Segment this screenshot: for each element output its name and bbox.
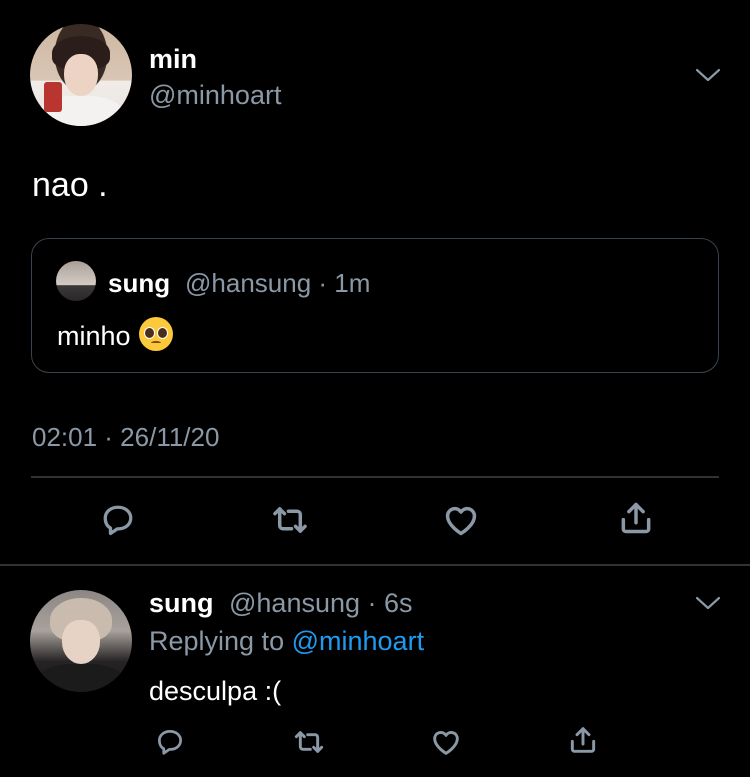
retweet-icon <box>294 731 324 753</box>
chevron-down-icon[interactable] <box>695 67 721 83</box>
quoted-tweet[interactable]: sung @hansung · 1m minho <box>31 238 719 373</box>
reply-avatar[interactable] <box>30 590 132 692</box>
reply-button[interactable] <box>98 500 138 540</box>
retweet-button[interactable] <box>270 500 310 540</box>
share-icon <box>570 727 596 753</box>
avatar[interactable] <box>30 24 132 126</box>
reply-icon <box>158 730 182 755</box>
main-tweet: min @minhoart nao . sung @hansung · 1m m… <box>0 0 750 564</box>
share-button[interactable] <box>616 498 656 538</box>
replying-to-label: Replying to <box>149 626 285 656</box>
tweet-timestamp[interactable]: 02:01 · 26/11/20 <box>32 422 219 453</box>
quoted-avatar <box>56 261 96 301</box>
quoted-author-name: sung <box>108 268 171 298</box>
reply-text: desculpa :( <box>149 676 282 706</box>
tweet-thread: min @minhoart nao . sung @hansung · 1m m… <box>0 0 750 777</box>
quoted-text: minho <box>57 321 131 351</box>
heart-icon <box>445 506 477 536</box>
divider <box>31 476 719 478</box>
retweet-button[interactable] <box>292 725 326 759</box>
replying-to: Replying to @minhoart <box>149 626 424 657</box>
replying-to-mention[interactable]: @minhoart <box>292 626 424 656</box>
reply-handle-time[interactable]: @hansung · 6s <box>229 588 413 619</box>
like-button[interactable] <box>429 725 463 759</box>
author-name[interactable]: min <box>149 44 197 75</box>
share-icon <box>621 502 651 534</box>
reply-button[interactable] <box>153 725 187 759</box>
quoted-text-row: minho <box>57 317 173 352</box>
quoted-handle-time: @hansung · 1m <box>185 268 371 298</box>
chevron-down-icon[interactable] <box>695 595 721 611</box>
retweet-icon <box>273 507 307 533</box>
reply-author-name[interactable]: sung <box>149 588 214 619</box>
heart-icon <box>433 731 459 755</box>
thread-divider <box>0 564 750 566</box>
share-button[interactable] <box>566 723 600 757</box>
like-button[interactable] <box>441 500 481 540</box>
pleading-face-emoji-icon <box>138 317 173 351</box>
tweet-text: nao . <box>32 166 108 204</box>
author-handle[interactable]: @minhoart <box>149 80 281 111</box>
reply-icon <box>103 505 133 536</box>
